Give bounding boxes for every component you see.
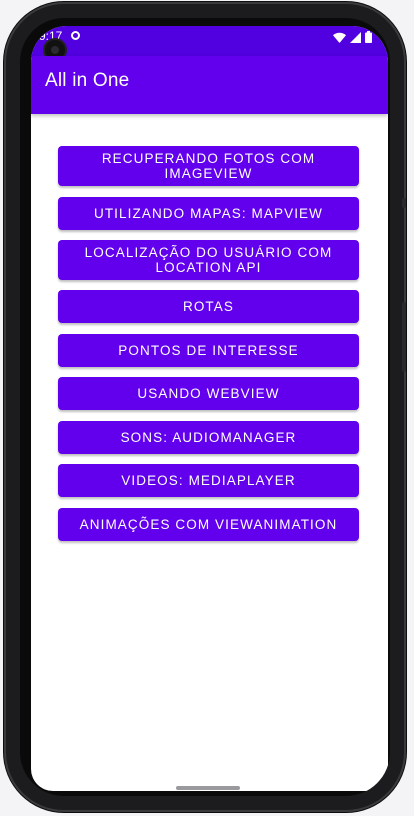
app-bar: All in One: [31, 56, 388, 114]
button-recuperando-fotos[interactable]: RECUPERANDO FOTOS COM IMAGEVIEW: [58, 146, 359, 186]
button-localizacao-usuario[interactable]: LOCALIZAÇÃO DO USUÁRIO COM LOCATION API: [58, 240, 359, 280]
volume-button: [402, 302, 406, 372]
button-usando-webview[interactable]: USANDO WEBVIEW: [58, 377, 359, 410]
button-utilizando-mapas[interactable]: UTILIZANDO MAPAS: MAPVIEW: [58, 197, 359, 230]
button-pontos-interesse[interactable]: PONTOS DE INTERESSE: [58, 334, 359, 367]
notification-icon: [71, 31, 80, 40]
signal-icon: [350, 31, 361, 43]
side-button: [402, 198, 406, 208]
button-sons-audiomanager[interactable]: SONS: AUDIOMANAGER: [58, 421, 359, 454]
status-bar: 9:17: [31, 26, 388, 56]
app-title: All in One: [45, 70, 130, 91]
button-animacoes-viewanimation[interactable]: ANIMAÇÕES COM VIEWANIMATION: [58, 508, 359, 541]
battery-icon: [365, 31, 372, 43]
status-icons: [333, 31, 372, 43]
phone-bezel: 9:17 All in One RECUPERANDO FOTOS COM IM…: [20, 18, 390, 796]
button-rotas[interactable]: ROTAS: [58, 290, 359, 323]
button-videos-mediaplayer[interactable]: VIDEOS: MEDIAPLAYER: [58, 464, 359, 497]
screen: 9:17 All in One RECUPERANDO FOTOS COM IM…: [31, 26, 388, 791]
phone-frame: 9:17 All in One RECUPERANDO FOTOS COM IM…: [4, 2, 406, 812]
wifi-icon: [333, 32, 346, 43]
home-indicator[interactable]: [176, 786, 240, 790]
